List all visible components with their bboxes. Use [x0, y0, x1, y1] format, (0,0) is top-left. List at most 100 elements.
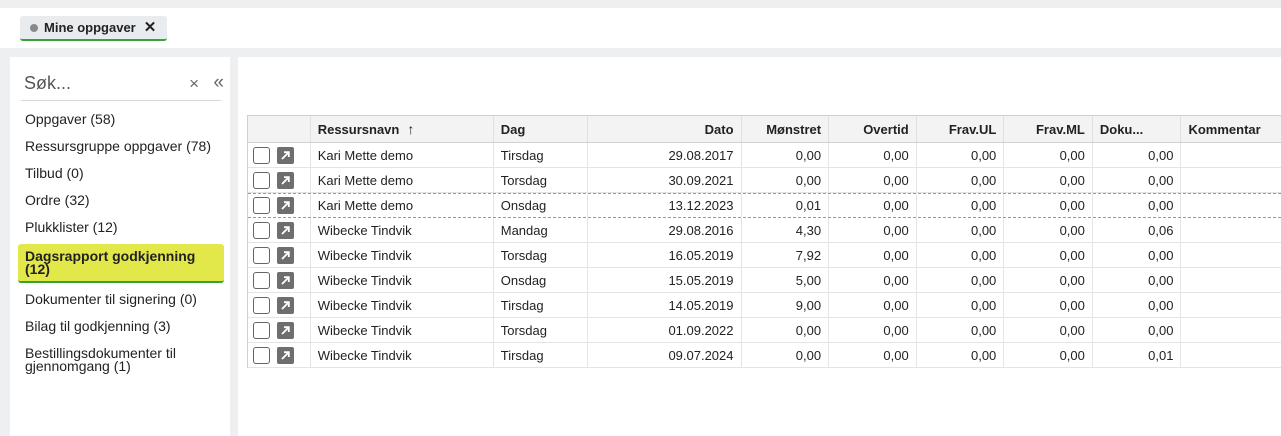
open-record-icon[interactable]	[277, 271, 294, 289]
cell-absML: 0,00	[1004, 143, 1093, 167]
tab-status-dot	[30, 23, 38, 32]
sidebar-item-8[interactable]: Bestillingsdokumenter til gjennomgang (1…	[18, 343, 224, 377]
cell-date: 16.05.2019	[588, 243, 742, 267]
header-overtid[interactable]: Overtid	[829, 116, 917, 142]
row-checkbox[interactable]	[253, 197, 270, 214]
header-ressursnavn[interactable]: Ressursnavn ↑	[311, 116, 494, 142]
sidebar-item-1[interactable]: Ressursgruppe oppgaver (78)	[18, 136, 224, 157]
sidebar-item-label: Tilbud (0)	[25, 165, 84, 181]
sidebar-item-7[interactable]: Bilag til godkjenning (3)	[18, 316, 224, 337]
cell-day: Onsdag	[494, 194, 589, 217]
sidebar-item-3[interactable]: Ordre (32)	[18, 190, 224, 211]
table-row[interactable]: Wibecke Tindvik Torsdag 16.05.2019 7,92 0,00…	[248, 243, 1281, 268]
sidebar-item-2[interactable]: Tilbud (0)	[18, 163, 224, 184]
sidebar-item-6[interactable]: Dokumenter til signering (0)	[18, 289, 224, 310]
header-monstret[interactable]: Mønstret	[742, 116, 830, 142]
header-doku[interactable]: Doku...	[1093, 116, 1182, 142]
header-kommentar[interactable]: Kommentar	[1181, 116, 1281, 142]
tab-bar: Mine oppgaver ✕	[0, 8, 1281, 48]
cell-absUL: 0,00	[917, 143, 1005, 167]
table-row[interactable]: Kari Mette demo Onsdag 13.12.2023 0,01 0,00 0…	[248, 193, 1281, 218]
cell-date: 29.08.2017	[588, 143, 742, 167]
cell-overtime: 0,00	[829, 218, 917, 242]
open-record-icon[interactable]	[277, 221, 294, 239]
row-select-cell	[248, 218, 311, 242]
open-record-icon[interactable]	[277, 346, 294, 364]
cell-pattern: 0,00	[742, 168, 830, 192]
cell-comment	[1181, 343, 1281, 367]
collapse-sidebar-icon[interactable]: «	[213, 72, 223, 94]
cell-pattern: 9,00	[742, 293, 830, 317]
cell-pattern: 0,00	[742, 318, 830, 342]
sidebar-nav: Oppgaver (58) Ressursgruppe oppgaver (78)…	[18, 109, 224, 383]
sidebar-item-0[interactable]: Oppgaver (58)	[18, 109, 224, 130]
row-checkbox[interactable]	[253, 221, 270, 239]
row-select-cell	[248, 268, 311, 292]
header-dag[interactable]: Dag	[494, 116, 589, 142]
row-checkbox[interactable]	[253, 296, 270, 314]
open-record-icon[interactable]	[277, 171, 294, 189]
close-icon[interactable]: ✕	[144, 20, 157, 35]
cell-pattern: 0,00	[742, 343, 830, 367]
cell-absUL: 0,00	[917, 243, 1005, 267]
sidebar-item-5[interactable]: Dagsrapport godkjenning (12)	[18, 244, 224, 283]
cell-comment	[1181, 268, 1281, 292]
cell-name: Kari Mette demo	[311, 168, 494, 192]
cell-date: 14.05.2019	[588, 293, 742, 317]
cell-absML: 0,00	[1004, 293, 1093, 317]
open-record-icon[interactable]	[277, 321, 294, 339]
cell-absUL: 0,00	[917, 343, 1005, 367]
row-checkbox[interactable]	[253, 346, 270, 364]
main-panel: Ressursnavn ↑ Dag Dato Mønstret Overtid …	[238, 57, 1281, 436]
cell-comment	[1181, 194, 1281, 217]
cell-absUL: 0,00	[917, 218, 1005, 242]
cell-doc: 0,00	[1093, 268, 1182, 292]
cell-doc: 0,00	[1093, 194, 1182, 217]
search-input[interactable]	[21, 73, 161, 94]
cell-name: Kari Mette demo	[311, 194, 494, 217]
cell-absML: 0,00	[1004, 343, 1093, 367]
grid-body: Kari Mette demo Tirsdag 29.08.2017 0,00 0,00…	[248, 143, 1281, 368]
cell-date: 13.12.2023	[588, 194, 742, 217]
table-row[interactable]: Kari Mette demo Tirsdag 29.08.2017 0,00 0,00…	[248, 143, 1281, 168]
table-row[interactable]: Wibecke Tindvik Torsdag 01.09.2022 0,00 0,00…	[248, 318, 1281, 343]
open-record-icon[interactable]	[277, 146, 294, 164]
cell-pattern: 0,01	[742, 194, 830, 217]
open-record-icon[interactable]	[277, 197, 294, 214]
header-frav-ml[interactable]: Frav.ML	[1004, 116, 1093, 142]
table-row[interactable]: Wibecke Tindvik Mandag 29.08.2016 4,30 0,00 0…	[248, 218, 1281, 243]
cell-date: 01.09.2022	[588, 318, 742, 342]
row-checkbox[interactable]	[253, 246, 270, 264]
header-frav-ul[interactable]: Frav.UL	[917, 116, 1005, 142]
row-checkbox[interactable]	[253, 171, 270, 189]
tab-mine-oppgaver[interactable]: Mine oppgaver ✕	[20, 16, 168, 41]
row-select-cell	[248, 168, 311, 192]
open-record-icon[interactable]	[277, 246, 294, 264]
row-checkbox[interactable]	[253, 271, 270, 289]
sort-ascending-icon: ↑	[407, 121, 415, 137]
open-record-icon[interactable]	[277, 296, 294, 314]
sidebar-item-label: Oppgaver (58)	[25, 111, 116, 127]
table-row[interactable]: Wibecke Tindvik Tirsdag 09.07.2024 0,00 0,00…	[248, 343, 1281, 368]
cell-overtime: 0,00	[829, 268, 917, 292]
cell-comment	[1181, 293, 1281, 317]
cell-name: Wibecke Tindvik	[311, 218, 494, 242]
table-row[interactable]: Kari Mette demo Torsdag 30.09.2021 0,00 0,00…	[248, 168, 1281, 193]
row-checkbox[interactable]	[253, 321, 270, 339]
cell-absML: 0,00	[1004, 194, 1093, 217]
table-row[interactable]: Wibecke Tindvik Tirsdag 14.05.2019 9,00 0,00…	[248, 293, 1281, 318]
sidebar-item-4[interactable]: Plukklister (12)	[18, 217, 224, 238]
clear-icon[interactable]: ×	[189, 74, 199, 94]
cell-doc: 0,00	[1093, 143, 1182, 167]
cell-overtime: 0,00	[829, 343, 917, 367]
cell-day: Mandag	[494, 218, 589, 242]
cell-comment	[1181, 218, 1281, 242]
row-select-cell	[248, 194, 311, 217]
header-dato[interactable]: Dato	[588, 116, 742, 142]
cell-day: Onsdag	[494, 268, 589, 292]
row-checkbox[interactable]	[253, 146, 270, 164]
cell-comment	[1181, 318, 1281, 342]
cell-day: Torsdag	[494, 243, 589, 267]
cell-comment	[1181, 243, 1281, 267]
table-row[interactable]: Wibecke Tindvik Onsdag 15.05.2019 5,00 0,00 0…	[248, 268, 1281, 293]
